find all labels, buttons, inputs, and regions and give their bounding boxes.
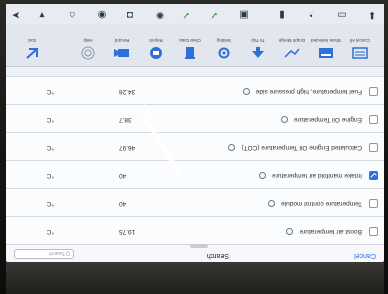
list-item[interactable]: Fuel temperature, high pressure side 34.… (6, 76, 384, 104)
toolbar-label: Exit (28, 38, 36, 43)
toolbar-label: Report (149, 38, 163, 43)
parameter-unit: °C (46, 172, 54, 179)
show-selected-button[interactable]: Show Selected (310, 38, 342, 60)
help-icon (81, 46, 95, 60)
parameter-name: Temperature control module (281, 199, 362, 207)
drag-handle[interactable] (190, 244, 208, 248)
row-checkbox[interactable] (369, 227, 378, 236)
home-icon[interactable]: ⌂ (66, 8, 78, 20)
record-button[interactable]: Record (106, 38, 138, 60)
toolbar-label: Record (114, 38, 130, 43)
row-checkbox[interactable] (369, 115, 378, 124)
list-item[interactable]: Engine Oil Temperature 38.7 °C (6, 104, 384, 132)
parameter-value: 40 (119, 200, 127, 207)
toolbar-label: Cancel All (350, 38, 371, 43)
exit-icon (26, 48, 38, 59)
gear-icon (218, 47, 230, 59)
list-item[interactable]: Intake manifold air temperature 40 °C (6, 160, 384, 188)
info-icon[interactable] (268, 200, 276, 207)
menu-icon[interactable]: ▣ (238, 8, 250, 20)
report-button[interactable]: Report (140, 38, 172, 60)
screenshot-icon[interactable]: ◔ (306, 8, 318, 20)
toolbar-label: Graph Merge (278, 38, 306, 43)
info-icon[interactable] (228, 144, 236, 151)
parameter-unit: °C (46, 144, 54, 151)
report-icon (150, 47, 162, 59)
parameter-value: 40 (119, 172, 127, 179)
info-icon[interactable] (259, 172, 267, 179)
row-checkbox[interactable] (369, 87, 378, 96)
parameter-name: Engine Oil Temperature (293, 115, 362, 123)
page-title: Search (206, 252, 229, 259)
select-icon (319, 48, 333, 58)
info-icon[interactable] (242, 88, 250, 95)
parameter-name: Fuel temperature, high pressure side (255, 87, 362, 95)
list-item[interactable]: Calculated Engine Oil Temperature (COT) … (6, 132, 384, 160)
info-icon[interactable] (280, 116, 288, 123)
exit-button[interactable]: Exit (16, 38, 48, 60)
info-icon[interactable] (286, 228, 294, 235)
toolbar-label: Setting (217, 38, 232, 43)
list-item[interactable]: Temperature control module 40 °C (6, 188, 384, 216)
download-icon[interactable]: ⬇ (366, 8, 378, 20)
volume-icon: ◉ (97, 9, 107, 20)
camera-icon[interactable]: ◘ (124, 8, 136, 20)
vci-icon: ✓ (181, 9, 191, 20)
device-bottom-edge (6, 262, 384, 294)
parameter-name: Intake manifold air temperature (272, 171, 362, 179)
row-checkbox[interactable] (369, 199, 378, 208)
wifi-icon: ✓ (209, 9, 219, 20)
help-button[interactable]: Help (72, 38, 104, 60)
title-bar: Cancel Search Q Search (6, 244, 384, 262)
arrow-up-icon (252, 47, 264, 58)
clear-data-button[interactable]: Clear Data (174, 38, 206, 60)
row-checkbox[interactable] (369, 143, 378, 152)
parameter-list: Boost air temperature 19.75 °C Temperatu… (6, 76, 384, 244)
app-screen: Cancel Search Q Search Boost air tempera… (6, 24, 384, 262)
parameter-value: 34.28 (119, 88, 136, 95)
brightness-icon: ✺ (155, 9, 165, 20)
bottom-toolbar: Cancel All Show Selected Graph Merge To … (6, 24, 384, 67)
toolbar-label: Show Selected (310, 38, 342, 43)
toolbar-label: Clear Data (179, 38, 201, 43)
toolbar-label: To Top (251, 38, 265, 43)
status-bar: ➤ ▾ ⌂ ◉ ◘ ✺ ✓ ✓ ▣ ▮ ◔ ▭ ⬇ (6, 4, 384, 25)
parameter-unit: °C (46, 200, 54, 207)
row-checkbox[interactable] (369, 171, 378, 180)
parameter-name: Calculated Engine Oil Temperature (COT) (241, 143, 362, 151)
parameter-value: 19.75 (119, 228, 136, 235)
graph-merge-button[interactable]: Graph Merge (276, 38, 308, 60)
list-icon (352, 47, 368, 59)
search-input[interactable]: Q Search (14, 249, 74, 259)
record-icon (114, 49, 129, 57)
graph-icon (284, 48, 300, 58)
cancel-button[interactable]: Cancel (354, 252, 376, 259)
parameter-name: Boost air temperature (299, 227, 362, 235)
list-item[interactable]: Boost air temperature 19.75 °C (6, 216, 384, 244)
back-arrow-icon[interactable]: ➤ (10, 8, 22, 20)
cancel-all-button[interactable]: Cancel All (344, 38, 376, 60)
to-top-button[interactable]: To Top (242, 38, 274, 60)
signal-icon: ▾ (39, 9, 45, 20)
parameter-value: 46.97 (119, 144, 136, 151)
parameter-unit: °C (46, 88, 54, 95)
battery-icon: ▮ (279, 9, 285, 20)
trash-icon (185, 47, 195, 59)
parameter-unit: °C (46, 228, 54, 235)
toolbar-label: Help (83, 38, 93, 43)
window-icon[interactable]: ▭ (336, 8, 348, 20)
parameter-unit: °C (46, 116, 54, 123)
setting-button[interactable]: Setting (208, 38, 240, 60)
